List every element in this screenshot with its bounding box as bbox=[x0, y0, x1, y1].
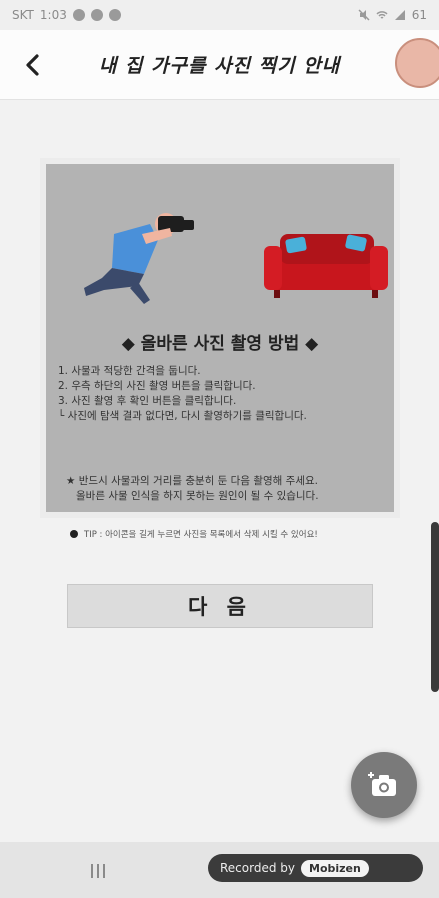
guide-steps: 1. 사물과 적당한 간격을 둡니다. 2. 우측 하단의 사진 촬영 버튼을 … bbox=[58, 364, 388, 424]
recent-apps-icon-bar bbox=[103, 864, 105, 878]
wifi-icon bbox=[376, 11, 388, 19]
tip-bullet-icon bbox=[70, 530, 78, 538]
recorder-brand: Mobizen bbox=[301, 859, 369, 877]
photo-guide-illustration bbox=[84, 213, 388, 304]
recorder-watermark: Recorded by Mobizen bbox=[208, 854, 423, 882]
status-left: SKT 1:03 bbox=[12, 8, 121, 22]
photo-guide-card: ◆ 올바른 사진 촬영 방법 ◆ 1. 사물과 적당한 간격을 둡니다. 2. … bbox=[40, 158, 400, 518]
recent-apps-icon-bar bbox=[97, 864, 99, 878]
scrollbar[interactable] bbox=[431, 522, 439, 692]
status-bar: SKT 1:03 61 bbox=[0, 0, 439, 30]
back-button[interactable] bbox=[18, 50, 48, 80]
guide-step: 2. 우측 하단의 사진 촬영 버튼을 클릭합니다. bbox=[58, 380, 256, 392]
tip-row: TIP : 아이콘을 길게 누르면 사진을 목록에서 삭제 시킬 수 있어요! bbox=[70, 528, 400, 540]
avatar bbox=[395, 38, 439, 88]
guide-step: 1. 사물과 적당한 간격을 둡니다. bbox=[58, 365, 201, 377]
tip-text: TIP : 아이콘을 길게 누르면 사진을 목록에서 삭제 시킬 수 있어요! bbox=[84, 530, 318, 540]
guide-note: ★ 반드시 사물과의 거리를 충분히 둔 다음 촬영해 주세요. 올바른 사물 … bbox=[66, 474, 388, 504]
recent-apps-button[interactable] bbox=[80, 860, 116, 882]
notification-icon bbox=[72, 9, 85, 21]
recent-apps-icon bbox=[91, 864, 93, 878]
guide-note-line: ★ 반드시 사물과의 거리를 충분히 둔 다음 촬영해 주세요. bbox=[66, 475, 318, 487]
guide-step: └ 사진에 탐색 결과 없다면, 다시 촬영하기를 클릭합니다. bbox=[58, 410, 307, 422]
gallery-icon bbox=[108, 9, 121, 21]
guide-note-line: 올바른 사물 인식을 하지 못하는 원인이 될 수 있습니다. bbox=[76, 490, 319, 502]
battery-level: 61 bbox=[411, 8, 427, 22]
system-nav-bar: Recorded by Mobizen bbox=[0, 842, 439, 898]
back-arrow-icon bbox=[26, 54, 39, 76]
status-right: 61 bbox=[358, 8, 427, 22]
guide-heading: ◆ 올바른 사진 촬영 방법 ◆ bbox=[121, 334, 319, 354]
clock: 1:03 bbox=[39, 8, 67, 22]
camera-fab-button[interactable] bbox=[351, 752, 417, 818]
mute-icon bbox=[358, 9, 370, 21]
next-button[interactable]: 다 음 bbox=[67, 584, 373, 628]
signal-icon bbox=[394, 10, 405, 20]
photographer-figure bbox=[84, 213, 194, 304]
carrier-label: SKT bbox=[12, 8, 34, 22]
app-bar: 내 집 가구를 사진 찍기 안내 bbox=[0, 30, 439, 100]
page-title: 내 집 가구를 사진 찍기 안내 bbox=[98, 55, 341, 77]
message-icon bbox=[90, 9, 103, 21]
guide-panel: ◆ 올바른 사진 촬영 방법 ◆ 1. 사물과 적당한 간격을 둡니다. 2. … bbox=[46, 164, 394, 512]
guide-step: 3. 사진 촬영 후 확인 버튼을 클릭합니다. bbox=[58, 395, 237, 407]
recorder-label: Recorded by bbox=[220, 861, 295, 875]
camera-add-icon bbox=[368, 772, 396, 796]
sofa-figure bbox=[264, 234, 388, 298]
